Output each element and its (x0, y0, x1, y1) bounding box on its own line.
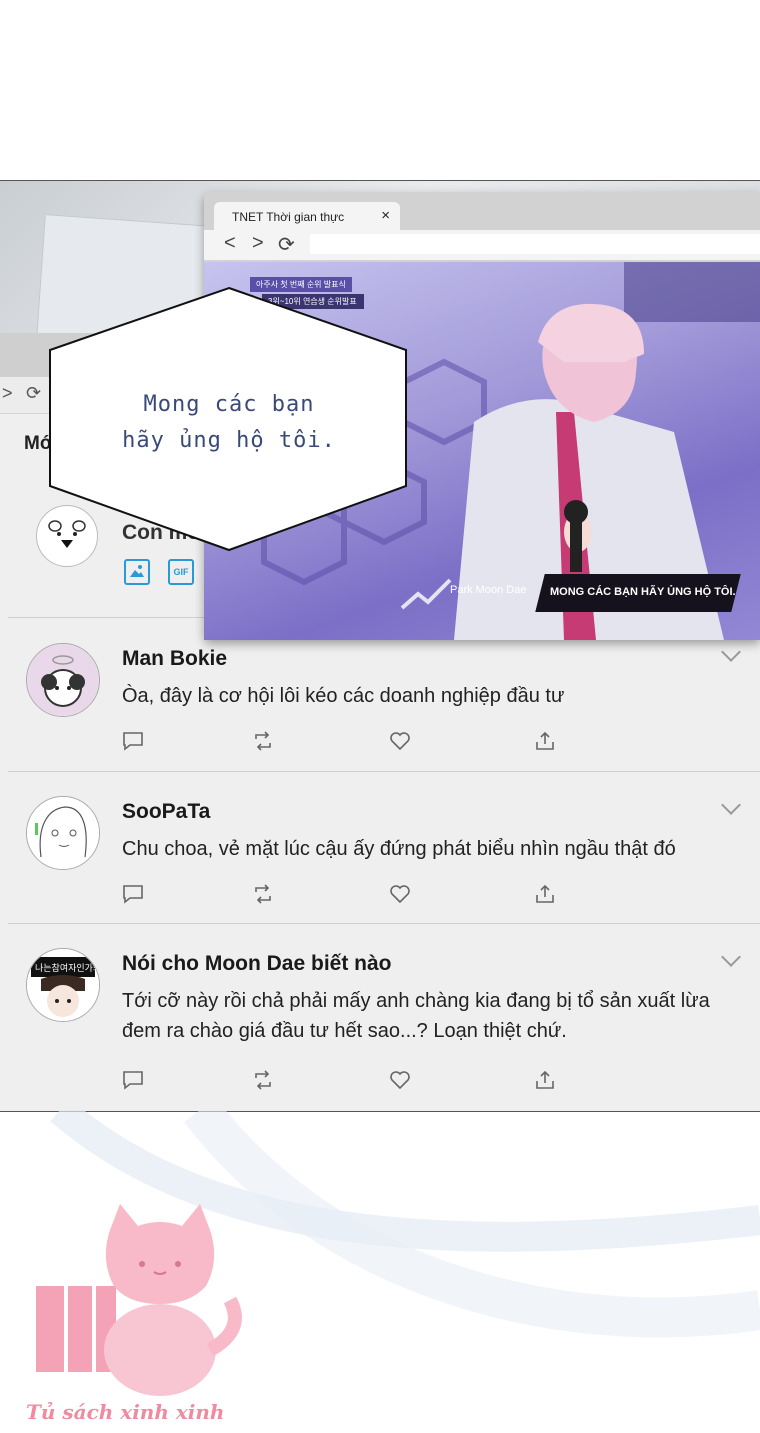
tab-tnet[interactable]: TNET Thời gian thực × (214, 202, 400, 232)
like-icon[interactable] (389, 731, 411, 753)
speech-line-2: hãy ủng hộ tôi. (122, 428, 336, 453)
post-text: Chu choa, vẻ mặt lúc cậu ấy đứng phát bi… (122, 838, 676, 860)
chevron-down-icon[interactable] (721, 947, 741, 967)
close-icon[interactable]: × (381, 207, 390, 224)
speech-bubble-shape (49, 286, 407, 552)
like-icon[interactable] (389, 884, 411, 906)
chevron-down-icon[interactable] (721, 642, 741, 662)
chevron-down-icon[interactable] (721, 795, 741, 815)
reply-icon[interactable] (122, 731, 144, 753)
retweet-icon[interactable] (252, 884, 274, 906)
post-avatar[interactable] (26, 643, 100, 717)
reload-icon[interactable]: ⟳ (278, 232, 295, 257)
post-avatar[interactable] (26, 796, 100, 870)
reply-icon[interactable] (122, 884, 144, 906)
tab-title: TNET Thời gian thực (232, 210, 345, 224)
forward-icon[interactable]: > (252, 232, 264, 255)
feed-post: SooPaTa Chu choa, vẻ mặt lúc cậu ấy đứng… (0, 772, 760, 924)
front-nav-bar: < > ⟳ (204, 230, 760, 260)
lower-third-name: Park Moon Dae (450, 584, 527, 596)
like-icon[interactable] (389, 1070, 411, 1092)
post-avatar[interactable]: 나는참여자인가봐 (26, 948, 100, 1022)
front-url-bar[interactable] (310, 234, 760, 254)
speech-line-1: Mong các bạn (143, 392, 315, 417)
share-icon[interactable] (534, 731, 556, 753)
reload-icon[interactable]: ⟳ (26, 383, 41, 404)
retweet-icon[interactable] (252, 731, 274, 753)
feed-post: Man Bokie Òa, đây là cơ hội lôi kéo các … (0, 619, 760, 771)
lower-third: Park Moon Dae MONG CÁC BẠN HÃY ỦNG HỘ TÔ… (400, 574, 741, 612)
retweet-icon[interactable] (252, 1070, 274, 1092)
image-icon[interactable] (124, 559, 150, 585)
watermark-text: Tủ sách xinh xinh (26, 1400, 225, 1424)
forward-icon[interactable]: > (2, 383, 13, 404)
post-username[interactable]: SooPaTa (122, 800, 210, 824)
post-username[interactable]: Nói cho Moon Dae biết nào (122, 952, 392, 976)
share-icon[interactable] (534, 1070, 556, 1092)
reply-icon[interactable] (122, 1070, 144, 1092)
watermark-logo (20, 1200, 260, 1430)
gif-icon[interactable]: GIF (168, 559, 194, 585)
avatar-caption: 나는참여자인가봐 (35, 962, 99, 974)
post-username[interactable]: Man Bokie (122, 647, 227, 671)
back-icon[interactable]: < (224, 232, 236, 255)
share-icon[interactable] (534, 884, 556, 906)
feed-post: 나는참여자인가봐 Nói cho Moon Dae biết nào Tới c… (0, 924, 760, 1110)
speech-bubble: Mong các bạn hãy ủng hộ tôi. (48, 286, 410, 552)
post-text: Òa, đây là cơ hội lôi kéo các doanh nghi… (122, 685, 565, 707)
post-text: Tới cỡ này rồi chả phải mấy anh chàng ki… (122, 990, 710, 1042)
lower-third-caption: MONG CÁC BẠN HÃY ỦNG HỘ TÔI. (550, 586, 736, 598)
